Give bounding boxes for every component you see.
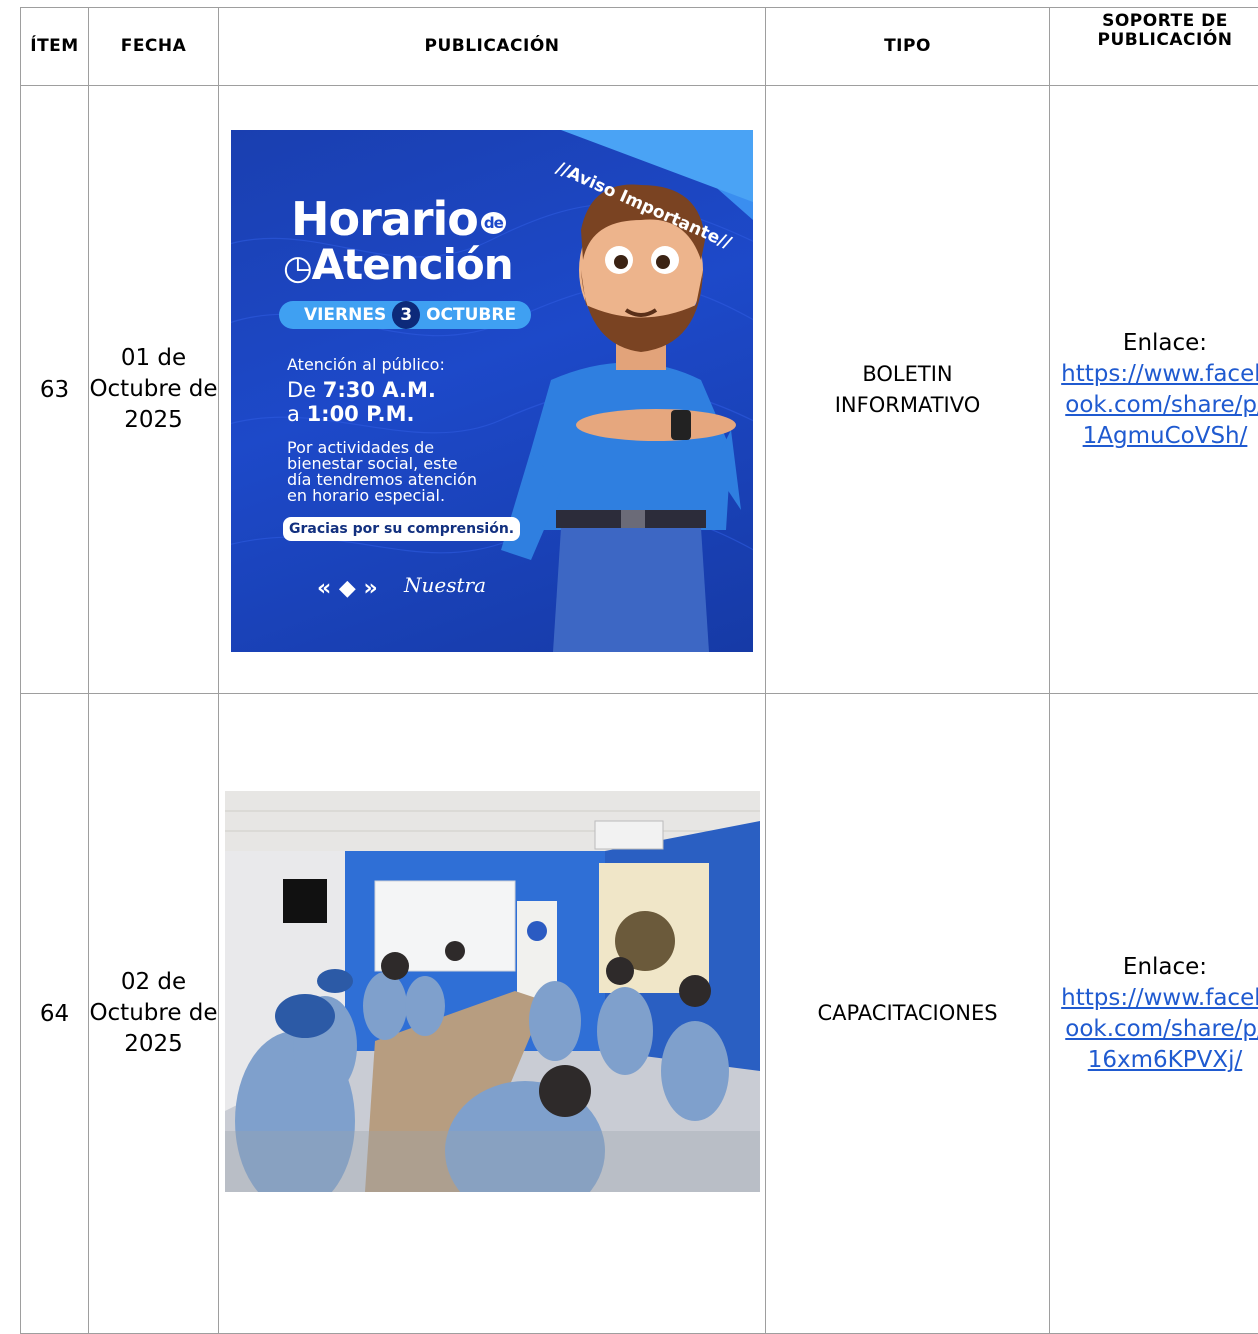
header-tipo: TIPO [766, 8, 1050, 86]
publication-type: CAPACITACIONES [766, 694, 1050, 1334]
facebook-link[interactable]: https://www.facebook.com/share/p/16xm6KP… [1061, 985, 1258, 1073]
header-soporte: SOPORTE DE PUBLICACIÓN [1050, 8, 1258, 86]
item-number: 63 [21, 86, 89, 694]
table-row: 63 01 de Octubre de 2025 [21, 86, 1258, 694]
hours-value1: 7:30 A.M. [323, 378, 436, 402]
item-number: 64 [21, 694, 89, 1334]
date-pill: VIERNES 3 OCTUBRE [279, 301, 531, 329]
publication-date: 02 de Octubre de 2025 [89, 694, 219, 1334]
hours-line2: a 1:00 P.M. [287, 402, 415, 426]
header-fecha: FECHA [89, 8, 219, 86]
table-row: 64 02 de Octubre de 2025 [21, 694, 1258, 1334]
header-item: ÍTEM [21, 8, 89, 86]
poster-title-de: de [481, 212, 506, 234]
publication-cell: « ◆ » Nuestra //Aviso Importante// Horar… [219, 86, 766, 694]
publication-cell [219, 694, 766, 1334]
support-cell: Enlace: https://www.facebook.com/share/p… [1050, 694, 1258, 1334]
announcement-poster: « ◆ » Nuestra //Aviso Importante// Horar… [231, 130, 753, 652]
hours-prefix1: De [287, 378, 316, 402]
date-pill-day: VIERNES [304, 305, 386, 325]
facebook-link[interactable]: https://www.facebook.com/share/p/1AgmuCo… [1061, 361, 1258, 449]
hours-value2: 1:00 P.M. [307, 402, 415, 426]
poster-title-atencion: Atención [312, 240, 513, 289]
training-photo [225, 791, 760, 1192]
hours-prefix2: a [287, 402, 300, 426]
support-cell: Enlace: https://www.facebook.com/share/p… [1050, 86, 1258, 694]
header-row: ÍTEM FECHA PUBLICACIÓN TIPO SOPORTE DE P… [21, 8, 1258, 86]
support-label: Enlace: [1058, 328, 1258, 359]
date-pill-num: 3 [392, 301, 420, 329]
thanks-pill: Gracias por su comprensión. [283, 517, 520, 541]
publication-date: 01 de Octubre de 2025 [89, 86, 219, 694]
note-line4: en horario especial. [287, 488, 445, 504]
training-photo-image [225, 791, 760, 1192]
publications-table: ÍTEM FECHA PUBLICACIÓN TIPO SOPORTE DE P… [20, 7, 1258, 1334]
attention-label: Atención al público: [287, 355, 445, 374]
hours-line1: De 7:30 A.M. [287, 378, 436, 402]
poster-title-line2: ◷Atención [283, 240, 513, 289]
date-pill-month: OCTUBRE [426, 305, 516, 325]
poster-title-horario: Horario [291, 192, 478, 246]
publication-type: BOLETIN INFORMATIVO [766, 86, 1050, 694]
svg-text:« ◆ »: « ◆ » [317, 576, 378, 601]
header-publicacion: PUBLICACIÓN [219, 8, 766, 86]
support-label: Enlace: [1058, 952, 1258, 983]
poster-title-line1: Horariode [291, 192, 506, 246]
clock-icon: ◷ [283, 248, 312, 288]
svg-text:Nuestra: Nuestra [403, 573, 486, 597]
